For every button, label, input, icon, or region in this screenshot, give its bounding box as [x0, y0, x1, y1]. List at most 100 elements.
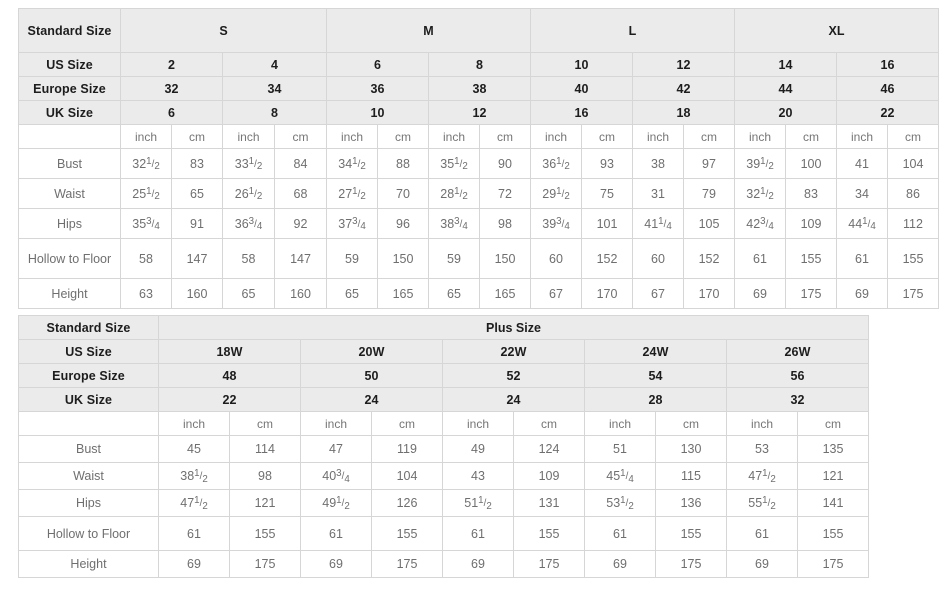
plus-cell-bust-cm-4: 135: [797, 435, 869, 463]
measurement-label-hollow-to-floor: Hollow to Floor: [18, 238, 121, 279]
cell-waist-cm-3: 72: [479, 178, 531, 209]
plus-cell-waist-cm-4: 121: [797, 462, 869, 490]
plus-cell-hollow-to-floor-inch-1: 61: [300, 516, 372, 551]
cell-bust-inch-4: 361/2: [530, 148, 582, 179]
europe-size-value-7: 46: [836, 76, 939, 101]
plus-measurement-row-height: Height 69 175 69 175 69 175 69 175 69 175: [18, 550, 869, 578]
plus-europe-size-value-4: 56: [726, 363, 869, 388]
unit-inch-5: inch: [632, 124, 684, 149]
standard-size-table: Standard Size S M L XL US Size 2 4 6 8 10 12 14 16 Eur…: [18, 8, 939, 309]
cell-hips-cm-3: 98: [479, 208, 531, 239]
plus-measurement-label-hips: Hips: [18, 489, 159, 517]
cell-hollow-to-floor-inch-1: 58: [222, 238, 275, 279]
cell-waist-cm-2: 70: [377, 178, 429, 209]
uk-size-value-4: 16: [530, 100, 633, 125]
size-group-header-xl: XL: [734, 8, 939, 53]
plus-measurement-label-height: Height: [18, 550, 159, 578]
plus-cell-height-inch-1: 69: [300, 550, 372, 578]
unit-inch-7: inch: [836, 124, 888, 149]
plus-us-size-value-1: 20W: [300, 339, 443, 364]
plus-cell-hollow-to-floor-cm-2: 155: [513, 516, 585, 551]
plus-unit-cm-0: cm: [229, 411, 301, 436]
europe-size-value-4: 40: [530, 76, 633, 101]
cell-waist-cm-6: 83: [785, 178, 837, 209]
europe-size-value-0: 32: [120, 76, 223, 101]
plus-us-size-value-0: 18W: [158, 339, 301, 364]
plus-cell-hollow-to-floor-inch-3: 61: [584, 516, 656, 551]
measurement-label-height: Height: [18, 278, 121, 309]
unit-cm-4: cm: [581, 124, 633, 149]
plus-cell-bust-inch-1: 47: [300, 435, 372, 463]
plus-europe-size-value-0: 48: [158, 363, 301, 388]
plus-cell-hollow-to-floor-inch-0: 61: [158, 516, 230, 551]
plus-cell-height-inch-0: 69: [158, 550, 230, 578]
us-size-row: US Size 2 4 6 8 10 12 14 16: [18, 52, 939, 77]
plus-cell-height-cm-4: 175: [797, 550, 869, 578]
row-label-europe-size: Europe Size: [18, 76, 121, 101]
cell-bust-inch-0: 321/2: [120, 148, 172, 179]
measurement-row-bust: Bust 321/2 83 331/2 84 341/2 88 351/2 90 361/2 93 3…: [18, 148, 939, 179]
plus-measurement-row-waist: Waist 381/2 98 403/4 104 43 109 451/4 115 471/2 12…: [18, 462, 869, 490]
unit-cm-5: cm: [683, 124, 735, 149]
cell-bust-cm-7: 104: [887, 148, 939, 179]
uk-size-value-7: 22: [836, 100, 939, 125]
cell-hips-cm-2: 96: [377, 208, 429, 239]
unit-cm-2: cm: [377, 124, 429, 149]
cell-hollow-to-floor-cm-1: 147: [274, 238, 327, 279]
plus-cell-hollow-to-floor-cm-4: 155: [797, 516, 869, 551]
cell-height-inch-0: 63: [120, 278, 172, 309]
unit-inch-6: inch: [734, 124, 786, 149]
cell-hollow-to-floor-inch-4: 60: [530, 238, 582, 279]
cell-bust-inch-7: 41: [836, 148, 888, 179]
cell-height-cm-0: 160: [171, 278, 223, 309]
plus-cell-waist-inch-3: 451/4: [584, 462, 656, 490]
measurement-row-waist: Waist 251/2 65 261/2 68 271/2 70 281/2 72 291/2 75…: [18, 178, 939, 209]
plus-size-corner-label: Standard Size: [18, 315, 159, 340]
cell-height-inch-5: 67: [632, 278, 684, 309]
cell-height-inch-3: 65: [428, 278, 480, 309]
uk-size-row: UK Size 6 8 10 12 16 18 20 22: [18, 100, 939, 125]
row-label-us-size: US Size: [18, 52, 121, 77]
unit-cm-6: cm: [785, 124, 837, 149]
us-size-value-5: 12: [632, 52, 735, 77]
unit-inch-2: inch: [326, 124, 378, 149]
cell-waist-cm-0: 65: [171, 178, 223, 209]
cell-height-inch-7: 69: [836, 278, 888, 309]
size-chart-page: Standard Size S M L XL US Size 2 4 6 8 10 12 14 16 Eur…: [0, 0, 952, 599]
plus-cell-waist-inch-1: 403/4: [300, 462, 372, 490]
cell-hips-inch-3: 383/4: [428, 208, 480, 239]
us-size-value-4: 10: [530, 52, 633, 77]
plus-measurement-label-waist: Waist: [18, 462, 159, 490]
plus-cell-height-cm-2: 175: [513, 550, 585, 578]
cell-hollow-to-floor-cm-5: 152: [683, 238, 735, 279]
cell-hollow-to-floor-inch-7: 61: [836, 238, 888, 279]
plus-us-size-value-3: 24W: [584, 339, 727, 364]
plus-cell-waist-inch-4: 471/2: [726, 462, 798, 490]
unit-row-corner-blank: [18, 124, 121, 149]
cell-height-cm-7: 175: [887, 278, 939, 309]
europe-size-value-3: 38: [428, 76, 531, 101]
us-size-value-1: 4: [222, 52, 327, 77]
plus-cell-waist-cm-0: 98: [229, 462, 301, 490]
plus-unit-inch-2: inch: [442, 411, 514, 436]
plus-unit-cm-3: cm: [655, 411, 727, 436]
cell-bust-cm-5: 97: [683, 148, 735, 179]
cell-height-cm-3: 165: [479, 278, 531, 309]
cell-bust-cm-6: 100: [785, 148, 837, 179]
plus-cell-hips-inch-2: 511/2: [442, 489, 514, 517]
plus-uk-size-value-4: 32: [726, 387, 869, 412]
europe-size-value-1: 34: [222, 76, 327, 101]
plus-cell-hips-inch-0: 471/2: [158, 489, 230, 517]
cell-waist-cm-5: 79: [683, 178, 735, 209]
plus-uk-size-value-2: 24: [442, 387, 585, 412]
cell-hips-cm-1: 92: [274, 208, 327, 239]
plus-cell-hips-cm-4: 141: [797, 489, 869, 517]
plus-cell-height-inch-4: 69: [726, 550, 798, 578]
cell-hips-cm-5: 105: [683, 208, 735, 239]
plus-unit-inch-3: inch: [584, 411, 656, 436]
plus-uk-size-value-3: 28: [584, 387, 727, 412]
cell-hollow-to-floor-cm-2: 150: [377, 238, 429, 279]
plus-cell-hips-inch-3: 531/2: [584, 489, 656, 517]
cell-height-inch-6: 69: [734, 278, 786, 309]
plus-unit-cm-1: cm: [371, 411, 443, 436]
